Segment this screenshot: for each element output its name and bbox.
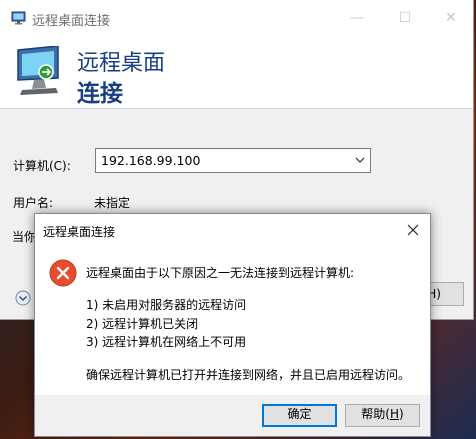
help-button-suffix: ) xyxy=(399,407,404,421)
reason-item: 1) 未启用对服务器的远程访问 xyxy=(86,298,247,312)
title-bar[interactable]: 远程桌面连接 — ☐ ✕ xyxy=(0,0,473,36)
reason-item: 2) 远程计算机已关闭 xyxy=(86,317,199,331)
banner-line2: 连接 xyxy=(77,81,123,107)
banner-line1: 远程桌面 xyxy=(77,51,166,76)
help-button-label: 帮助( xyxy=(361,407,390,421)
computer-combobox[interactable]: 192.168.99.100 xyxy=(95,148,371,173)
hint-text-partial: 当你 xyxy=(12,230,37,244)
dialog-button-bar: 确定 帮助(H) xyxy=(35,395,430,436)
close-window-button[interactable]: ✕ xyxy=(428,0,474,36)
window-title: 远程桌面连接 xyxy=(32,14,111,29)
help-accelerator: H xyxy=(389,407,400,421)
error-footer: 确保远程计算机已打开并连接到网络，并且已启用远程访问。 xyxy=(86,368,411,382)
error-message: 远程桌面由于以下原因之一无法连接到远程计算机: xyxy=(86,266,355,280)
remote-desktop-icon xyxy=(11,11,26,25)
computer-value[interactable]: 192.168.99.100 xyxy=(101,153,200,168)
maximize-button[interactable]: ☐ xyxy=(382,0,428,36)
close-icon[interactable] xyxy=(404,221,422,239)
banner-divider xyxy=(0,108,473,109)
reason-item: 3) 远程计算机在网络上不可用 xyxy=(86,335,247,349)
dialog-title: 远程桌面连接 xyxy=(43,225,116,239)
chevron-down-icon[interactable] xyxy=(355,157,365,164)
computer-label: 计算机(C): xyxy=(13,159,71,173)
error-dialog: 远程桌面连接 远程桌面由于以下原因之一无法连接到远程计算机: 1) 未启用对服务… xyxy=(34,213,431,437)
ok-button[interactable]: 确定 xyxy=(262,404,337,427)
show-options-chevron-icon[interactable] xyxy=(15,290,31,306)
minimize-button[interactable]: — xyxy=(334,0,380,36)
error-x-icon xyxy=(49,259,77,287)
username-value: 未指定 xyxy=(94,196,131,210)
help-button[interactable]: 帮助(H) xyxy=(345,404,420,427)
computer-monitor-icon xyxy=(17,46,59,95)
header-banner: 远程桌面 连接 xyxy=(0,36,473,108)
username-label: 用户名: xyxy=(13,196,54,210)
